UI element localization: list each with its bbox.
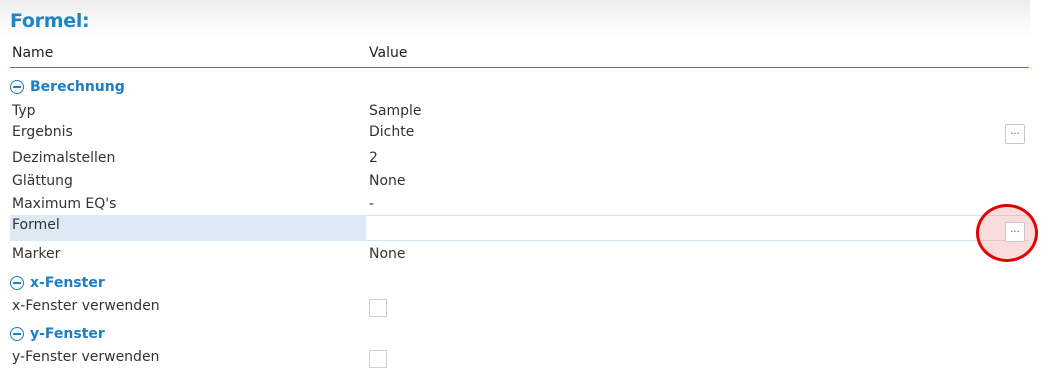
property-name: x-Fenster verwenden [12,298,160,314]
column-header-value: Value [369,45,408,61]
property-row-ergebnis[interactable]: Ergebnis Dichte ... [0,121,1030,145]
row-border [366,215,1029,216]
property-row-maximum-eqs[interactable]: Maximum EQ's - [0,193,1030,217]
y-fenster-checkbox[interactable] [369,350,387,368]
group-label: x-Fenster [30,275,105,291]
ergebnis-browse-button[interactable]: ... [1005,124,1025,144]
property-name: Formel [12,217,60,233]
property-row-formel[interactable]: Formel [0,215,1030,241]
header-divider [10,67,1029,68]
property-name: Ergebnis [12,124,73,140]
title-bar: Formel: [0,0,1030,39]
property-row-glaettung[interactable]: Glättung None [0,170,1030,194]
property-name: Glättung [12,173,73,189]
property-row-y-fenster-verwenden[interactable]: y-Fenster verwenden [0,346,1030,370]
property-name: Marker [12,246,61,262]
property-name: y-Fenster verwenden [12,349,160,365]
group-label: y-Fenster [30,326,105,342]
collapse-minus-icon[interactable] [10,276,24,290]
formel-browse-button[interactable]: ... [1005,222,1025,242]
property-value: Sample [369,103,422,119]
property-name: Maximum EQ's [12,196,117,212]
selected-row-background [10,215,366,241]
x-fenster-checkbox[interactable] [369,299,387,317]
property-name: Typ [12,103,36,119]
property-row-dezimalstellen[interactable]: Dezimalstellen 2 [0,147,1030,171]
collapse-minus-icon[interactable] [10,80,24,94]
property-row-marker[interactable]: Marker None [0,243,1030,267]
group-x-fenster[interactable]: x-Fenster [10,272,105,294]
property-value: - [369,196,375,212]
group-label: Berechnung [30,79,125,95]
column-header-name: Name [12,45,54,61]
collapse-minus-icon[interactable] [10,327,24,341]
property-row-x-fenster-verwenden[interactable]: x-Fenster verwenden [0,295,1030,319]
property-value: None [369,246,406,262]
property-name: Dezimalstellen [12,150,116,166]
row-border [366,240,1029,241]
group-berechnung[interactable]: Berechnung [10,76,125,98]
property-value: 2 [369,150,378,166]
property-value: Dichte [369,124,415,140]
property-value: None [369,173,406,189]
panel-title: Formel: [10,10,90,32]
group-y-fenster[interactable]: y-Fenster [10,323,105,345]
